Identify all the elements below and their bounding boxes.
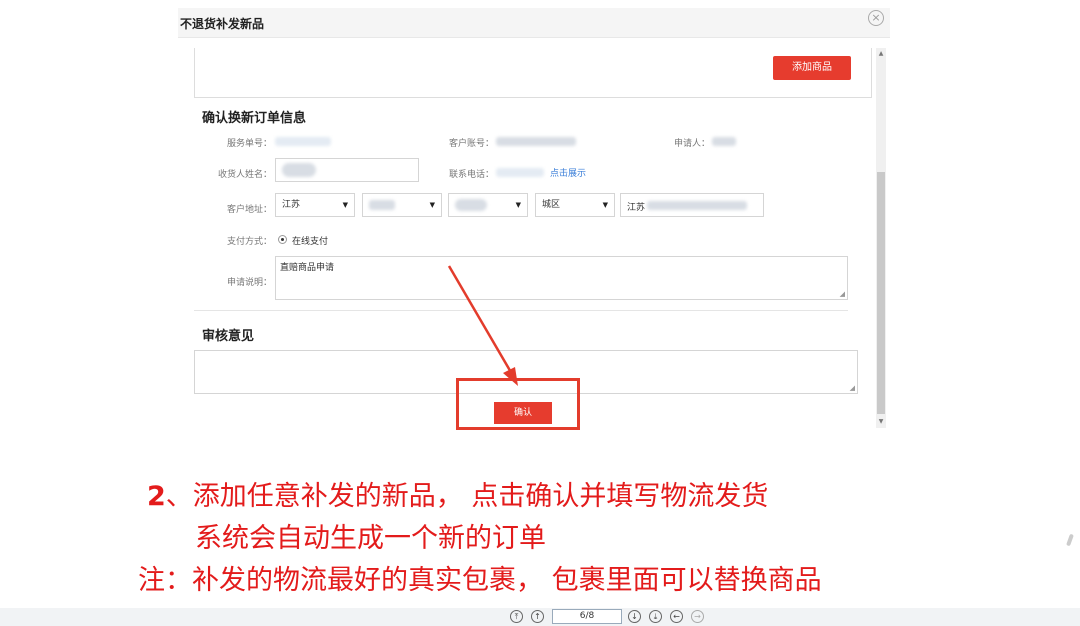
dialog-scrollbar[interactable]: ▲ ▼ [876,48,886,428]
arrow-head [503,367,518,386]
next-page-icon[interactable]: ↓ [628,610,641,623]
annotation-line-2: 系统会自动生成一个新的订单 [195,523,546,554]
arrow-line [447,265,514,375]
annotation-line-1: 2、添加任意补发的新品， 点击确认并填写物流发货 [147,481,769,512]
last-page-icon[interactable]: ⤓ [649,610,662,623]
pager-bar: ⤒ ↑ 6/8 ↓ ⤓ ← → [0,608,1080,626]
page-number-input[interactable]: 6/8 [552,609,622,624]
annotation-line-3: 注：补发的物流最好的真实包裹， 包裹里面可以替换商品 [138,565,822,596]
scroll-thumb[interactable] [877,172,885,414]
scroll-up-icon[interactable]: ▲ [877,50,885,57]
prev-page-icon[interactable]: ↑ [531,610,544,623]
back-icon[interactable]: ← [670,610,683,623]
scroll-down-icon[interactable]: ▼ [877,418,885,425]
forward-icon[interactable]: → [691,610,704,623]
first-page-icon[interactable]: ⤒ [510,610,523,623]
